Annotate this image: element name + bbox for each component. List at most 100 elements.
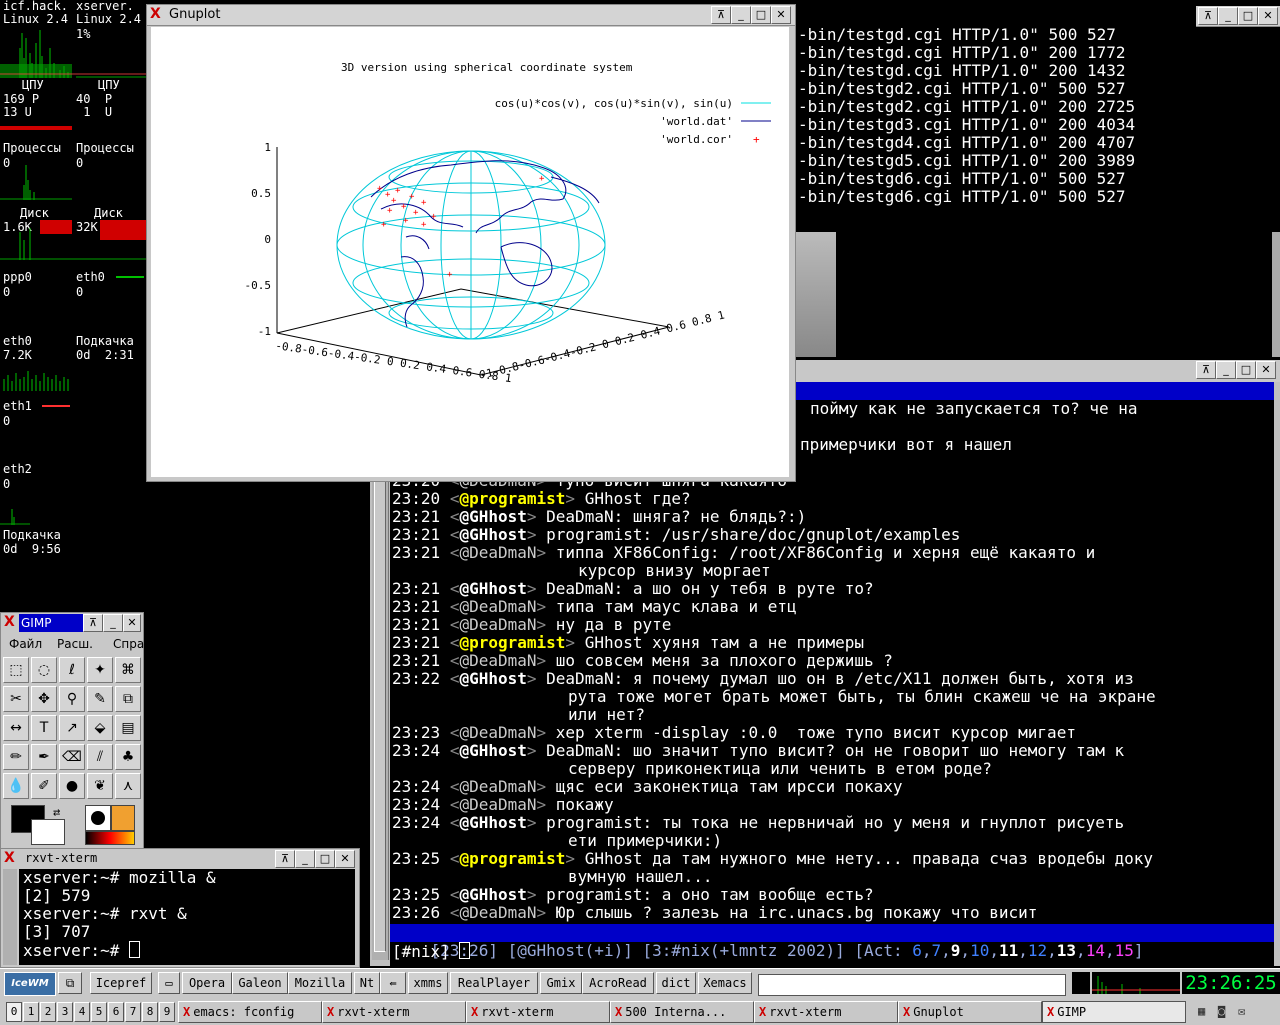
mail-icon[interactable]: ✉: [1238, 1004, 1252, 1020]
clock[interactable]: 23:26:25: [1182, 972, 1280, 994]
close-icon[interactable]: ✕: [335, 850, 355, 868]
gnuplot-window[interactable]: X Gnuplot ⊼ _ □ ✕ 3D version using spher…: [146, 4, 796, 482]
gimp-tool-icon[interactable]: ⬙: [87, 715, 113, 741]
gimp-tool-icon[interactable]: ⌫: [59, 744, 85, 770]
message-nick[interactable]: @DeaDmaN: [459, 795, 536, 814]
launcher-button[interactable]: dict: [656, 972, 696, 994]
workspace-button[interactable]: 1: [23, 1002, 39, 1022]
activity-window-number[interactable]: 12: [1028, 941, 1047, 960]
message-nick[interactable]: @programist: [459, 633, 565, 652]
menu-file[interactable]: Файл: [9, 637, 42, 651]
workspace-button[interactable]: 6: [108, 1002, 124, 1022]
launcher-button[interactable]: Opera: [182, 972, 232, 994]
pin-icon[interactable]: ⊼: [1198, 7, 1218, 25]
activity-window-number[interactable]: 9: [951, 941, 961, 960]
gimp-tool-icon[interactable]: ●: [59, 773, 85, 799]
gimp-tool-icon[interactable]: ⬚: [3, 657, 29, 683]
launcher-button[interactable]: Mozilla: [288, 972, 352, 994]
gimp-tool-icon[interactable]: ✐: [31, 773, 57, 799]
gimp-tool-icon[interactable]: ↗: [59, 715, 85, 741]
back-icon[interactable]: ⇚: [380, 972, 406, 994]
menu-help[interactable]: Спра: [113, 637, 144, 651]
message-nick[interactable]: @GHhost: [459, 669, 526, 688]
workspace-button[interactable]: 8: [142, 1002, 158, 1022]
titlebar[interactable]: ⊼ _ □ ✕: [1196, 6, 1280, 27]
launcher-button[interactable]: Gmix: [540, 972, 582, 994]
message-nick[interactable]: @DeaDmaN: [459, 543, 536, 562]
message-nick[interactable]: @programist: [459, 489, 565, 508]
brush-preview[interactable]: [85, 805, 111, 831]
task-button[interactable]: X Gnuplot: [898, 1001, 1042, 1023]
gimp-tool-icon[interactable]: ⋏: [115, 773, 141, 799]
minimize-icon[interactable]: _: [103, 614, 123, 632]
launcher-button[interactable]: AcroRead: [582, 972, 654, 994]
gimp-tool-icon[interactable]: ⫽: [87, 744, 113, 770]
close-icon[interactable]: ✕: [1256, 361, 1276, 379]
minimize-icon[interactable]: _: [1218, 7, 1238, 25]
message-nick[interactable]: @DeaDmaN: [459, 777, 536, 796]
activity-window-number[interactable]: 10: [970, 941, 989, 960]
task-button[interactable]: X 500 Interna...: [610, 1001, 754, 1023]
icewm-start-button[interactable]: IceWM: [4, 972, 56, 996]
gimp-tool-icon[interactable]: ▤: [115, 715, 141, 741]
activity-window-number[interactable]: 13: [1057, 941, 1076, 960]
launcher-button[interactable]: Nt: [354, 972, 380, 994]
maximize-icon[interactable]: □: [751, 6, 771, 24]
terminal-output[interactable]: xserver:~# mozilla & [2] 579 xserver:~# …: [19, 869, 355, 965]
address-input[interactable]: [758, 974, 1066, 996]
terminal-icon[interactable]: ▭: [158, 972, 180, 994]
window-list-icon[interactable]: ⧉: [58, 972, 82, 994]
gimp-tool-icon[interactable]: ℓ: [59, 657, 85, 683]
activity-window-number[interactable]: 14: [1086, 941, 1105, 960]
task-button[interactable]: Xrxvt-xterm: [754, 1001, 898, 1023]
close-icon[interactable]: ✕: [1258, 7, 1278, 25]
gimp-tool-icon[interactable]: ↔: [3, 715, 29, 741]
gimp-tool-icon[interactable]: ♣: [115, 744, 141, 770]
gimp-tool-icon[interactable]: ✎: [87, 686, 113, 712]
pin-icon[interactable]: ⊼: [1196, 361, 1216, 379]
launcher-button[interactable]: xmms: [408, 972, 448, 994]
rxvt-window[interactable]: X rxvt-xterm ⊼ _ □ ✕ xserver:~# mozilla …: [0, 848, 360, 968]
scrollbar[interactable]: [3, 869, 17, 965]
minimize-icon[interactable]: _: [731, 6, 751, 24]
pin-icon[interactable]: ⊼: [275, 850, 295, 868]
message-nick[interactable]: @GHhost: [459, 741, 526, 760]
message-nick[interactable]: @GHhost: [459, 885, 526, 904]
workspace-button[interactable]: 2: [40, 1002, 56, 1022]
gimp-tool-icon[interactable]: ◌: [31, 657, 57, 683]
titlebar[interactable]: X GIMP ⊼ _ ✕: [1, 613, 143, 633]
gimp-tool-icon[interactable]: ⧉: [115, 686, 141, 712]
httplog-window[interactable]: ⊼ _ □ ✕ -bin/testgd.cgi HTTP/1.0" 500 52…: [796, 6, 1280, 232]
workspace-button[interactable]: 9: [159, 1002, 175, 1022]
pin-icon[interactable]: ⊼: [83, 614, 103, 632]
workspace-button[interactable]: 7: [125, 1002, 141, 1022]
launcher-button[interactable]: Xemacs: [698, 972, 752, 994]
message-nick[interactable]: @DeaDmaN: [459, 597, 536, 616]
activity-window-number[interactable]: 7: [932, 941, 942, 960]
gimp-tool-icon[interactable]: ✥: [31, 686, 57, 712]
pin-icon[interactable]: ⊼: [711, 6, 731, 24]
gimp-tool-icon[interactable]: ✦: [87, 657, 113, 683]
tray-icon[interactable]: ◙: [1218, 1004, 1232, 1020]
message-nick[interactable]: @GHhost: [459, 525, 526, 544]
launcher-button[interactable]: RealPlayer: [450, 972, 538, 994]
background-color[interactable]: [31, 819, 65, 845]
minimize-icon[interactable]: _: [295, 850, 315, 868]
swap-colors-icon[interactable]: ⇄: [53, 805, 60, 819]
gimp-tool-icon[interactable]: ✂: [3, 686, 29, 712]
message-nick[interactable]: @DeaDmaN: [459, 615, 536, 634]
message-nick[interactable]: @GHhost: [459, 813, 526, 832]
message-nick[interactable]: @GHhost: [459, 579, 526, 598]
titlebar[interactable]: X rxvt-xterm ⊼ _ □ ✕: [1, 849, 359, 869]
message-nick[interactable]: @DeaDmaN: [459, 651, 536, 670]
gimp-tool-icon[interactable]: ❦: [87, 773, 113, 799]
task-button[interactable]: X GIMP: [1042, 1001, 1186, 1023]
tray-icon[interactable]: ▦: [1198, 1004, 1212, 1020]
maximize-icon[interactable]: □: [315, 850, 335, 868]
task-button[interactable]: Xemacs: fconfig: [178, 1001, 322, 1023]
gimp-tool-icon[interactable]: 💧: [3, 773, 29, 799]
workspace-button[interactable]: 4: [74, 1002, 90, 1022]
message-nick[interactable]: @programist: [459, 849, 565, 868]
close-icon[interactable]: ✕: [123, 614, 141, 632]
message-nick[interactable]: @DeaDmaN: [459, 723, 536, 742]
